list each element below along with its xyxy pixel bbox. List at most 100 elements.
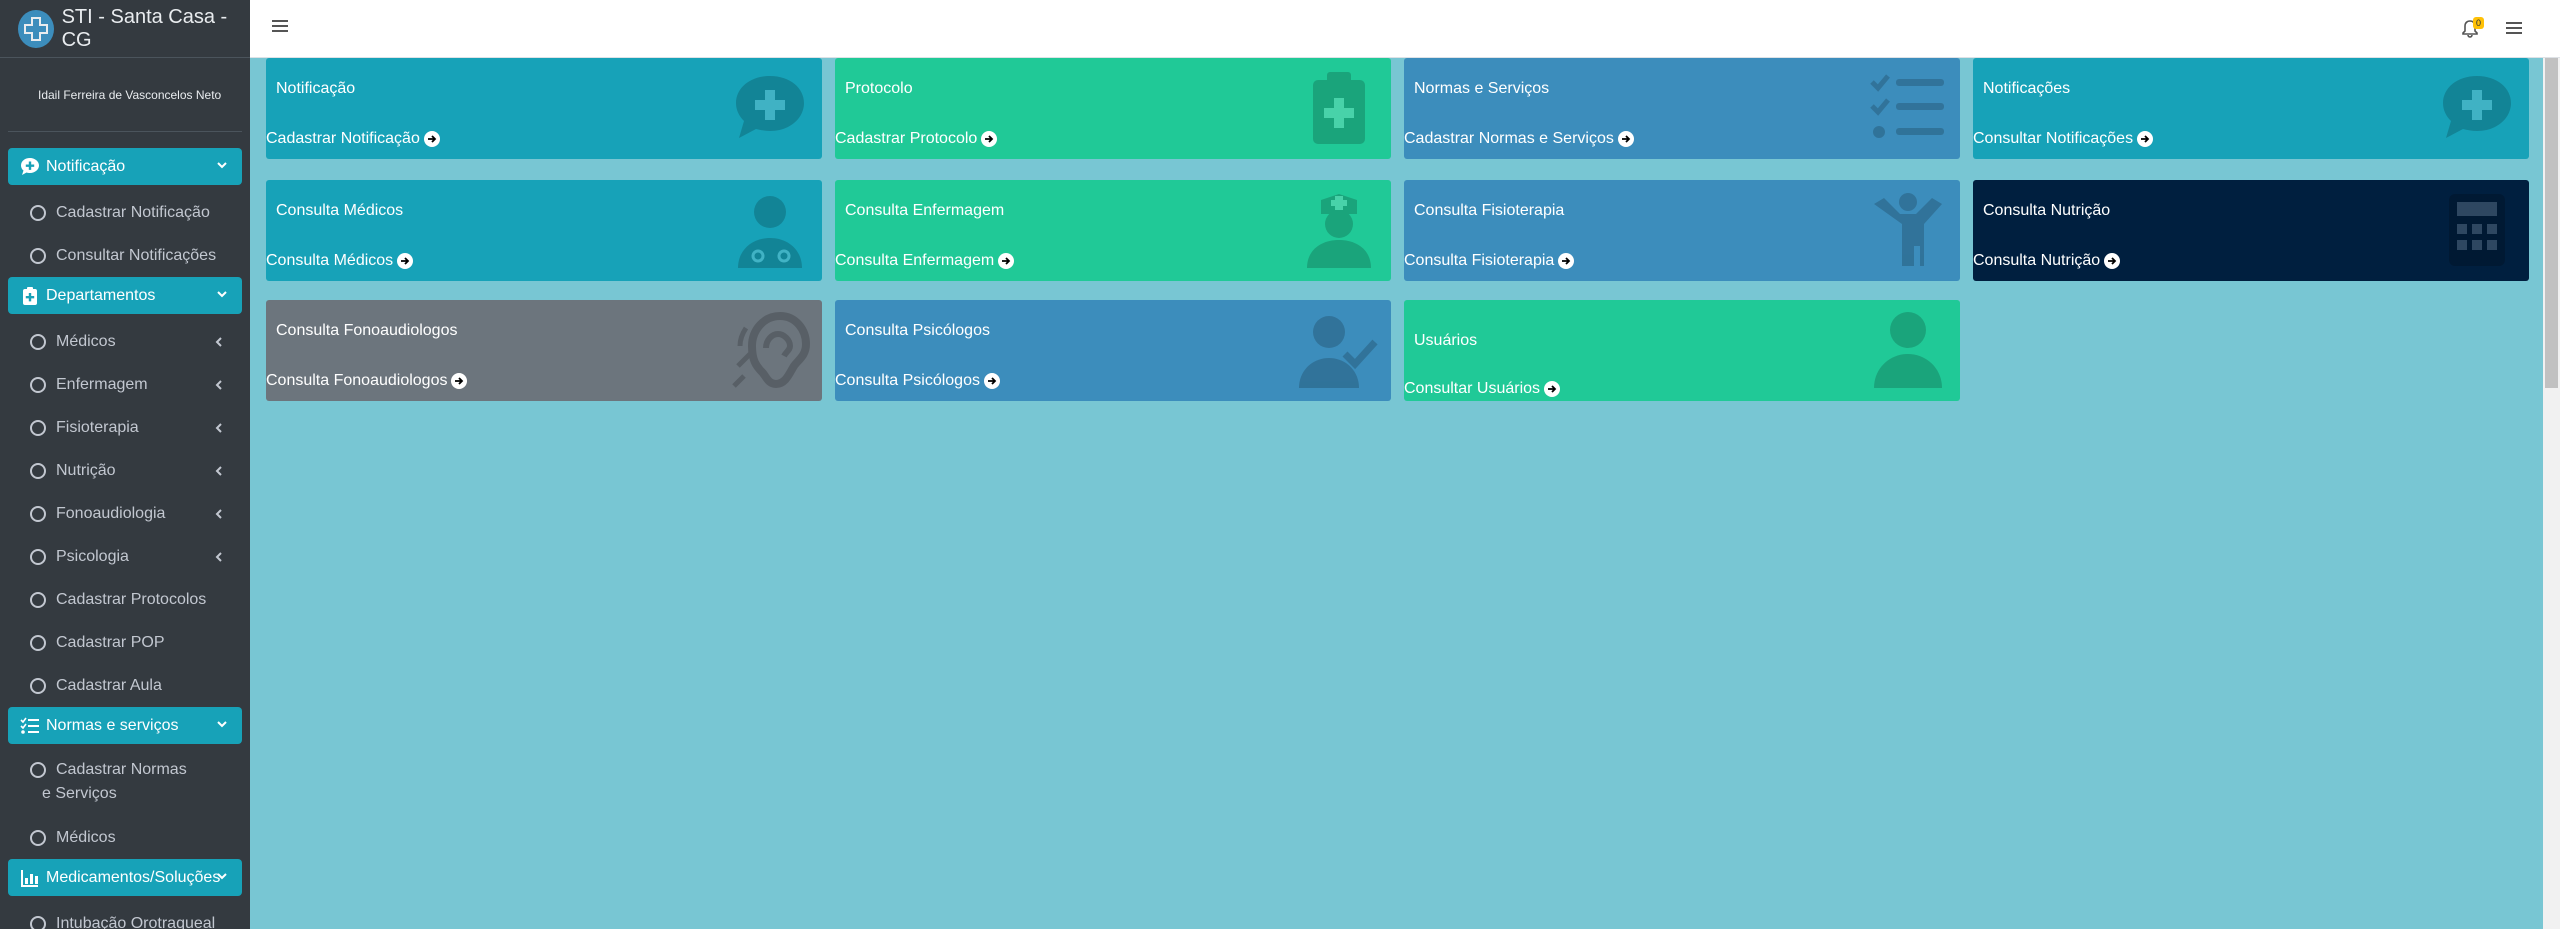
sidebar-section-medicamentos-solucoes[interactable]: Medicamentos/Soluções: [8, 859, 242, 896]
card-link-consulta-nutricao[interactable]: Consulta Nutrição: [1973, 252, 2121, 270]
card-link-label[interactable]: Consulta Nutrição: [1973, 252, 2100, 270]
card-link-label[interactable]: Consulta Médicos: [266, 252, 393, 270]
card-link-cadastrar-notificacao[interactable]: Cadastrar Notificação: [266, 130, 440, 148]
arrow-circle-right-icon: [447, 373, 468, 389]
sidebar-item-label: Cadastrar Normas e Serviços: [42, 761, 187, 802]
sidebar-section-departamentos[interactable]: Departamentos: [8, 277, 242, 314]
scrollbar-thumb[interactable]: [2545, 58, 2558, 388]
sidebar-item-label: Fisioterapia: [56, 418, 139, 436]
sidebar-item-label: Psicologia: [56, 547, 129, 565]
circle-icon: [30, 462, 46, 479]
user-check-icon: [1299, 310, 1379, 390]
sidebar-item-cadastrar-pop[interactable]: Cadastrar POP: [8, 621, 242, 664]
chevron-left-icon: [214, 506, 224, 522]
card-usuarios: Usuários Consultar Usuários: [1404, 300, 1960, 401]
card-consulta-enfermagem: Consulta Enfermagem Consulta Enfermagem: [835, 180, 1391, 281]
circle-icon: [30, 548, 46, 565]
sidebar-item-psicologia[interactable]: Psicologia: [8, 535, 242, 578]
card-link-label[interactable]: Consulta Fonoaudiologos: [266, 372, 447, 390]
sidebar-section-label: Medicamentos/Soluções: [46, 868, 221, 886]
comment-medical-icon: [730, 68, 810, 148]
medicamentos-solucoes-icon: [20, 868, 40, 888]
card-link-consulta-medicos[interactable]: Consulta Médicos: [266, 252, 414, 270]
card-consulta-medicos: Consulta Médicos Consulta Médicos: [266, 180, 822, 281]
card-notificacao: Notificação Cadastrar Notificação: [266, 58, 822, 159]
page-scrollbar[interactable]: [2543, 58, 2560, 929]
normas-e-servicos-icon: [20, 716, 40, 736]
card-link-label[interactable]: Consulta Enfermagem: [835, 252, 994, 270]
card-link-consulta-fisioterapia[interactable]: Consulta Fisioterapia: [1404, 252, 1575, 270]
chevron-left-icon: [214, 549, 224, 565]
card-title: Consulta Nutrição: [1983, 202, 2111, 219]
card-title: Usuários: [1414, 332, 1478, 349]
card-title: Notificação: [276, 80, 356, 97]
sidebar-item-medicos[interactable]: Médicos: [8, 816, 242, 859]
ear-icon: [730, 310, 811, 390]
card-link-label[interactable]: Cadastrar Protocolo: [835, 130, 977, 148]
card-title: Consulta Enfermagem: [845, 202, 1005, 219]
chevron-left-icon: [214, 377, 224, 393]
card-link-consultar-usuarios[interactable]: Consultar Usuários: [1404, 380, 1561, 398]
sidebar-toggle-icon[interactable]: [272, 18, 288, 39]
circle-icon: [30, 915, 46, 929]
sidebar-item-consultar-notificacoes[interactable]: Consultar Notificações: [8, 234, 242, 277]
card-link-label[interactable]: Cadastrar Normas e Serviços: [1404, 130, 1614, 148]
brand-link[interactable]: STI - Santa Casa - CG: [0, 0, 250, 58]
circle-icon: [30, 247, 46, 264]
sidebar-item-cadastrar-normas-e-servicos[interactable]: Cadastrar Normas e Serviços: [8, 750, 242, 816]
notification-badge: 0: [2472, 17, 2484, 29]
card-link-consulta-psicologos[interactable]: Consulta Psicólogos: [835, 372, 1000, 390]
arrow-circle-right-icon: [1614, 131, 1634, 147]
sidebar-item-cadastrar-aula[interactable]: Cadastrar Aula: [8, 664, 242, 707]
card-consulta-fisioterapia: Consulta Fisioterapia Consulta Fisioterap…: [1404, 180, 1960, 281]
sidebar-item-label: Consultar Notificações: [56, 246, 217, 264]
card-link-label[interactable]: Cadastrar Notificação: [266, 130, 420, 148]
sidebar-item-cadastrar-protocolos[interactable]: Cadastrar Protocolos: [8, 578, 242, 621]
chevron-down-icon: [216, 158, 228, 176]
sidebar-item-label: Cadastrar Protocolos: [56, 590, 207, 608]
sidebar-item-medicos[interactable]: Médicos: [8, 320, 242, 363]
card-title: Normas e Serviços: [1414, 80, 1550, 97]
sidebar-item-fisioterapia[interactable]: Fisioterapia: [8, 406, 242, 449]
arrow-circle-right-icon: [1540, 381, 1561, 397]
sidebar-section-label: Notificação: [46, 157, 126, 175]
card-link-consultar-notificacoes[interactable]: Consultar Notificações: [1973, 130, 2154, 148]
sidebar-item-cadastrar-notificacao[interactable]: Cadastrar Notificação: [8, 191, 242, 234]
circle-icon: [30, 333, 46, 350]
card-link-label[interactable]: Consulta Psicólogos: [835, 372, 980, 390]
circle-icon: [30, 376, 46, 393]
arrow-circle-right-icon: [2100, 253, 2121, 269]
sidebar-item-intubacao-orotraqueal[interactable]: Intubação Orotraqueal: [8, 902, 242, 929]
chevron-left-icon: [214, 334, 224, 350]
circle-icon: [30, 829, 46, 846]
clipboard-medical-icon: [1299, 68, 1379, 148]
card-normas-e-servicos: Normas e Serviços Cadastrar Normas e Serv…: [1404, 58, 1960, 159]
circle-icon: [30, 505, 46, 522]
arrow-circle-right-icon: [393, 253, 414, 269]
sidebar: STI - Santa Casa - CG Idail Ferreira de …: [0, 0, 250, 929]
sidebar-item-fonoaudiologia[interactable]: Fonoaudiologia: [8, 492, 242, 535]
calculator-icon: [2437, 190, 2517, 270]
card-link-label[interactable]: Consultar Notificações: [1973, 130, 2133, 148]
sidebar-section-normas-e-servicos[interactable]: Normas e serviços: [8, 707, 242, 744]
sidebar-section-notificacao[interactable]: Notificação: [8, 148, 242, 185]
user-name[interactable]: Idail Ferreira de Vasconcelos Neto: [38, 88, 221, 102]
sidebar-section-label: Departamentos: [46, 286, 156, 304]
card-title: Notificações: [1983, 80, 2071, 97]
user-panel[interactable]: Idail Ferreira de Vasconcelos Neto: [8, 58, 242, 132]
card-link-cadastrar-normas-e-servicos[interactable]: Cadastrar Normas e Serviços: [1404, 130, 1634, 148]
sidebar-item-enfermagem[interactable]: Enfermagem: [8, 363, 242, 406]
card-link-consulta-fonoaudiologos[interactable]: Consulta Fonoaudiologos: [266, 372, 468, 390]
sidebar-item-label: Intubação Orotraqueal: [56, 914, 216, 929]
card-link-cadastrar-protocolo[interactable]: Cadastrar Protocolo: [835, 130, 998, 148]
sidebar-item-nutricao[interactable]: Nutrição: [8, 449, 242, 492]
departamentos-icon: [20, 286, 40, 306]
sidebar-section-label: Normas e serviços: [46, 716, 179, 734]
menu-icon[interactable]: [2506, 20, 2522, 41]
card-link-label[interactable]: Consulta Fisioterapia: [1404, 252, 1554, 270]
sidebar-item-label: Fonoaudiologia: [56, 504, 166, 522]
card-link-consulta-enfermagem[interactable]: Consulta Enfermagem: [835, 252, 1015, 270]
card-consulta-psicologos: Consulta Psicólogos Consulta Psicólogos: [835, 300, 1391, 401]
card-link-label[interactable]: Consultar Usuários: [1404, 380, 1540, 398]
circle-icon: [30, 634, 46, 651]
